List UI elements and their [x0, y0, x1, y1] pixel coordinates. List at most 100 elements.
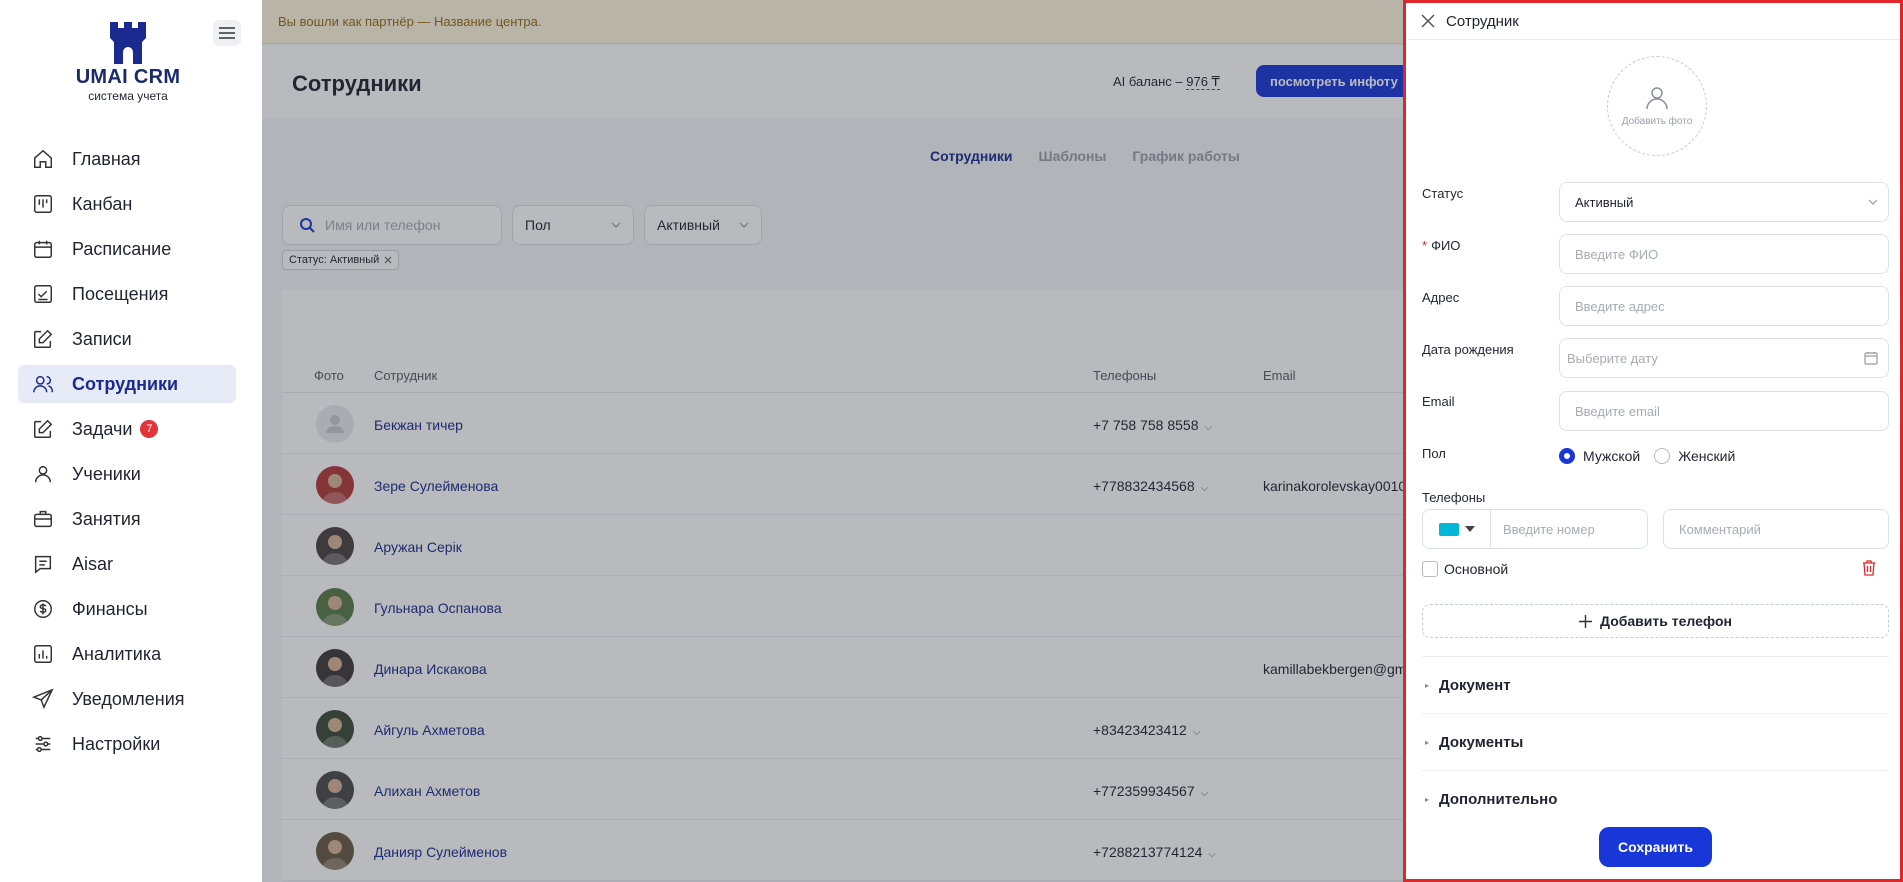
hamburger-icon — [219, 27, 235, 39]
trash-icon[interactable] — [1862, 559, 1876, 576]
sidebar-item-label: Уведомления — [72, 688, 185, 709]
caret-right-icon: ▸ — [1425, 794, 1430, 804]
status-select[interactable]: Активный — [1559, 182, 1889, 222]
sidebar-item-label: Записи — [72, 328, 132, 349]
sidebar-item-label: Главная — [72, 148, 141, 169]
caret-right-icon: ▸ — [1425, 680, 1430, 690]
main-phone-label: Основной — [1444, 561, 1509, 577]
caret-down-icon — [1464, 526, 1475, 532]
fio-input[interactable]: Введите ФИО — [1559, 234, 1889, 274]
sidebar-item-schedule[interactable]: Расписание — [18, 230, 236, 268]
required-mark: * — [1422, 238, 1428, 253]
sidebar-item-notifications[interactable]: Уведомления — [18, 680, 236, 718]
sidebar-nav: Главная Канбан Расписание Посещения Запи… — [18, 140, 236, 770]
fio-placeholder: Введите ФИО — [1575, 246, 1659, 262]
sliders-icon — [35, 735, 51, 753]
gender-label: Пол — [1422, 446, 1446, 461]
section-document[interactable]: ▸ Документ — [1422, 656, 1889, 713]
sidebar-item-label: Ученики — [72, 463, 141, 484]
close-icon[interactable] — [1420, 13, 1436, 29]
sidebar-item-records[interactable]: Записи — [18, 320, 236, 358]
gender-female-radio[interactable] — [1654, 448, 1671, 464]
save-button[interactable]: Сохранить — [1599, 827, 1712, 867]
user-icon — [34, 465, 52, 483]
brand-logo[interactable]: UMAI CRM система учета — [72, 22, 184, 103]
edit-icon — [34, 329, 53, 348]
section-additional[interactable]: ▸ Дополнительно — [1422, 770, 1889, 827]
sidebar-item-label: Посещения — [72, 283, 169, 304]
tasks-icon — [34, 419, 53, 438]
briefcase-icon — [34, 510, 52, 528]
sidebar-item-lessons[interactable]: Занятия — [18, 500, 236, 538]
sidebar-item-employees[interactable]: Сотрудники — [18, 365, 236, 403]
sidebar-item-kanban[interactable]: Канбан — [18, 185, 236, 223]
attendance-icon — [34, 285, 52, 303]
fio-label-text: ФИО — [1431, 238, 1461, 253]
section-label: Документы — [1439, 733, 1524, 751]
phones-label: Телефоны — [1422, 490, 1486, 505]
sidebar-item-label: Aisar — [72, 553, 114, 574]
drawer-header: Сотрудник — [1406, 3, 1900, 40]
gender-male-label[interactable]: Мужской — [1583, 448, 1640, 464]
plus-icon — [1579, 614, 1593, 628]
chevron-down-icon — [1868, 199, 1878, 205]
sidebar-item-settings[interactable]: Настройки — [18, 725, 236, 763]
birthdate-picker[interactable]: Выберите дату — [1559, 338, 1889, 378]
calendar-icon — [34, 240, 52, 258]
fio-label: * ФИО — [1422, 238, 1460, 253]
sidebar-item-label: Финансы — [72, 598, 148, 619]
send-icon — [32, 688, 54, 710]
brand-title: UMAI CRM — [75, 66, 181, 88]
sidebar-item-label: Сотрудники — [72, 373, 179, 394]
sidebar-item-label: Настройки — [72, 733, 161, 754]
sidebar-item-home[interactable]: Главная — [18, 140, 236, 178]
phone-comment-input[interactable]: Комментарий — [1663, 509, 1889, 549]
email-input[interactable]: Введите email — [1559, 391, 1889, 431]
dollar-icon — [34, 600, 52, 618]
gender-female-label[interactable]: Женский — [1678, 448, 1735, 464]
gender-radio-group: Мужской Женский — [1559, 448, 1735, 464]
email-placeholder: Введите email — [1575, 403, 1660, 419]
address-input[interactable]: Введите адрес — [1559, 286, 1889, 326]
sidebar-item-label: Расписание — [72, 238, 172, 259]
chat-icon — [34, 555, 52, 574]
tasks-count-badge: 7 — [140, 420, 159, 438]
menu-toggle-button[interactable] — [213, 20, 241, 46]
sidebar: UMAI CRM система учета Главная Канбан Ра… — [0, 0, 262, 882]
sidebar-item-label: Задачи — [72, 418, 133, 439]
status-label: Статус — [1422, 186, 1464, 201]
caret-right-icon: ▸ — [1425, 737, 1430, 747]
employee-drawer: Сотрудник Добавить фото Статус Активный … — [1403, 0, 1903, 882]
email-label: Email — [1422, 394, 1455, 409]
sidebar-item-label: Канбан — [72, 193, 133, 214]
calendar-icon — [1864, 352, 1878, 365]
add-phone-button[interactable]: Добавить телефон — [1422, 604, 1889, 638]
comment-placeholder: Комментарий — [1679, 521, 1761, 537]
drawer-title: Сотрудник — [1446, 13, 1519, 30]
phone-placeholder: Введите номер — [1503, 521, 1595, 537]
brand-subtitle: система учета — [88, 89, 168, 103]
address-placeholder: Введите адрес — [1575, 298, 1665, 314]
address-label: Адрес — [1422, 290, 1460, 305]
sidebar-item-students[interactable]: Ученики — [18, 455, 236, 493]
section-documents[interactable]: ▸ Документы — [1422, 713, 1889, 770]
sidebar-item-finance[interactable]: Финансы — [18, 590, 236, 628]
sidebar-item-label: Занятия — [72, 508, 141, 529]
checkbox[interactable] — [1422, 561, 1438, 577]
phone-input[interactable]: Введите номер — [1422, 509, 1648, 549]
add-photo-button[interactable]: Добавить фото — [1607, 56, 1707, 156]
birthdate-placeholder: Выберите дату — [1567, 350, 1658, 366]
sidebar-item-label: Аналитика — [72, 643, 162, 664]
sidebar-item-aisar[interactable]: Aisar — [18, 545, 236, 583]
sidebar-item-attendance[interactable]: Посещения — [18, 275, 236, 313]
country-code-select[interactable] — [1423, 510, 1491, 548]
gender-male-radio[interactable] — [1559, 448, 1575, 464]
status-value: Активный — [1575, 194, 1634, 210]
birthdate-label: Дата рождения — [1422, 342, 1514, 357]
main-phone-checkbox[interactable]: Основной — [1422, 561, 1508, 577]
add-photo-label: Добавить фото — [1621, 115, 1693, 127]
sidebar-item-tasks[interactable]: Задачи 7 — [18, 410, 236, 448]
sidebar-item-analytics[interactable]: Аналитика — [18, 635, 236, 673]
home-icon — [34, 149, 52, 168]
user-icon — [1646, 86, 1668, 109]
